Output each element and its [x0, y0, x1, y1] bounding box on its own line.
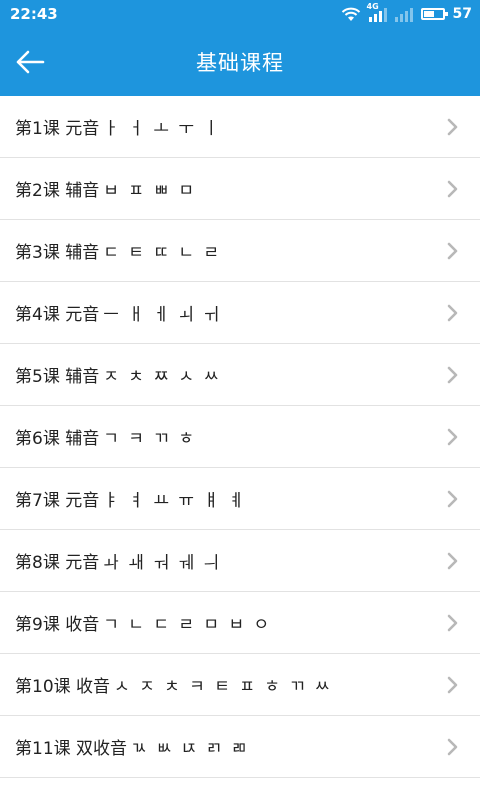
- lesson-row[interactable]: 第5课 辅音ㅈ ㅊ ㅉ ㅅ ㅆ: [0, 344, 480, 406]
- status-bar: 22:43 4G 57: [0, 0, 480, 28]
- cellular-signal-icon: 4G: [367, 2, 387, 22]
- chevron-right-icon: [447, 552, 458, 569]
- network-type: 4G: [366, 2, 379, 11]
- chevron-right-icon: [447, 490, 458, 507]
- lesson-letters: ㅂ ㅍ ㅃ ㅁ: [103, 181, 197, 201]
- lesson-text: 第2课 辅音ㅂ ㅍ ㅃ ㅁ: [15, 176, 196, 201]
- page-title: 基础课程: [196, 51, 284, 75]
- status-time: 22:43: [10, 5, 58, 23]
- wifi-icon: [341, 7, 360, 21]
- lesson-label: 第6课 辅音: [15, 429, 100, 449]
- app-bar: 基础课程: [0, 28, 480, 96]
- lesson-label: 第1课 元音: [15, 119, 100, 139]
- lesson-text: 第11课 双收音ㄳ ㅄ ㄵ ㄺ ㄻ: [15, 734, 249, 759]
- lesson-row[interactable]: 第10课 收音ㅅ ㅈ ㅊ ㅋ ㅌ ㅍ ㅎ ㄲ ㅆ: [0, 654, 480, 716]
- lesson-row[interactable]: 第4课 元音ㅡ ㅐ ㅔ ㅚ ㅟ: [0, 282, 480, 344]
- lesson-text: 第10课 收音ㅅ ㅈ ㅊ ㅋ ㅌ ㅍ ㅎ ㄲ ㅆ: [15, 672, 332, 697]
- lesson-row[interactable]: 第2课 辅音ㅂ ㅍ ㅃ ㅁ: [0, 158, 480, 220]
- lesson-letters: ㅘ ㅙ ㅝ ㅞ ㅢ: [103, 553, 222, 573]
- lesson-label: 第7课 元音: [15, 491, 100, 511]
- lesson-label: 第11课 双收音: [15, 739, 128, 759]
- battery-icon: [420, 8, 448, 20]
- chevron-right-icon: [447, 676, 458, 693]
- lesson-text: 第1课 元音ㅏ ㅓ ㅗ ㅜ ㅣ: [15, 114, 221, 139]
- lesson-text: 第9课 收音ㄱ ㄴ ㄷ ㄹ ㅁ ㅂ ㅇ: [15, 610, 271, 635]
- lesson-list: 第1课 元音ㅏ ㅓ ㅗ ㅜ ㅣ第2课 辅音ㅂ ㅍ ㅃ ㅁ第3课 辅音ㄷ ㅌ ㄸ …: [0, 96, 480, 778]
- lesson-letters: ㅏ ㅓ ㅗ ㅜ ㅣ: [103, 119, 222, 139]
- lesson-label: 第4课 元音: [15, 305, 100, 325]
- lesson-text: 第6课 辅音ㄱ ㅋ ㄲ ㅎ: [15, 424, 196, 449]
- lesson-row[interactable]: 第9课 收音ㄱ ㄴ ㄷ ㄹ ㅁ ㅂ ㅇ: [0, 592, 480, 654]
- lesson-label: 第8课 元音: [15, 553, 100, 573]
- lesson-row[interactable]: 第3课 辅音ㄷ ㅌ ㄸ ㄴ ㄹ: [0, 220, 480, 282]
- chevron-right-icon: [447, 366, 458, 383]
- back-button[interactable]: [10, 42, 50, 82]
- chevron-right-icon: [447, 304, 458, 321]
- status-icons: 4G 57: [341, 2, 472, 24]
- lesson-text: 第4课 元音ㅡ ㅐ ㅔ ㅚ ㅟ: [15, 300, 221, 325]
- cellular-signal-2-icon: [394, 6, 413, 22]
- lesson-text: 第7课 元音ㅑ ㅕ ㅛ ㅠ ㅒ ㅖ: [15, 486, 246, 511]
- lesson-row[interactable]: 第8课 元音ㅘ ㅙ ㅝ ㅞ ㅢ: [0, 530, 480, 592]
- lesson-label: 第3课 辅音: [15, 243, 100, 263]
- lesson-label: 第10课 收音: [15, 677, 111, 697]
- chevron-right-icon: [447, 180, 458, 197]
- lesson-text: 第8课 元音ㅘ ㅙ ㅝ ㅞ ㅢ: [15, 548, 221, 573]
- lesson-text: 第3课 辅音ㄷ ㅌ ㄸ ㄴ ㄹ: [15, 238, 221, 263]
- lesson-letters: ㄷ ㅌ ㄸ ㄴ ㄹ: [103, 243, 222, 263]
- chevron-right-icon: [447, 428, 458, 445]
- battery-level: [423, 11, 434, 17]
- lesson-label: 第2课 辅音: [15, 181, 100, 201]
- chevron-right-icon: [447, 738, 458, 755]
- lesson-letters: ㄳ ㅄ ㄵ ㄺ ㄻ: [131, 739, 249, 759]
- battery-percent: 57: [452, 6, 472, 22]
- arrow-left-icon: [16, 50, 45, 74]
- lesson-row[interactable]: 第7课 元音ㅑ ㅕ ㅛ ㅠ ㅒ ㅖ: [0, 468, 480, 530]
- lesson-label: 第5课 辅音: [15, 367, 100, 387]
- chevron-right-icon: [447, 242, 458, 259]
- chevron-right-icon: [447, 118, 458, 135]
- lesson-row[interactable]: 第1课 元音ㅏ ㅓ ㅗ ㅜ ㅣ: [0, 96, 480, 158]
- lesson-row[interactable]: 第11课 双收音ㄳ ㅄ ㄵ ㄺ ㄻ: [0, 716, 480, 778]
- lesson-letters: ㅅ ㅈ ㅊ ㅋ ㅌ ㅍ ㅎ ㄲ ㅆ: [114, 677, 333, 697]
- lesson-label: 第9课 收音: [15, 615, 100, 635]
- lesson-row[interactable]: 第6课 辅音ㄱ ㅋ ㄲ ㅎ: [0, 406, 480, 468]
- lesson-letters: ㄱ ㄴ ㄷ ㄹ ㅁ ㅂ ㅇ: [103, 615, 272, 635]
- lesson-text: 第5课 辅音ㅈ ㅊ ㅉ ㅅ ㅆ: [15, 362, 221, 387]
- lesson-letters: ㅡ ㅐ ㅔ ㅚ ㅟ: [103, 305, 222, 325]
- lesson-letters: ㄱ ㅋ ㄲ ㅎ: [103, 429, 197, 449]
- lesson-letters: ㅈ ㅊ ㅉ ㅅ ㅆ: [103, 367, 222, 387]
- chevron-right-icon: [447, 614, 458, 631]
- lesson-letters: ㅑ ㅕ ㅛ ㅠ ㅒ ㅖ: [103, 491, 247, 511]
